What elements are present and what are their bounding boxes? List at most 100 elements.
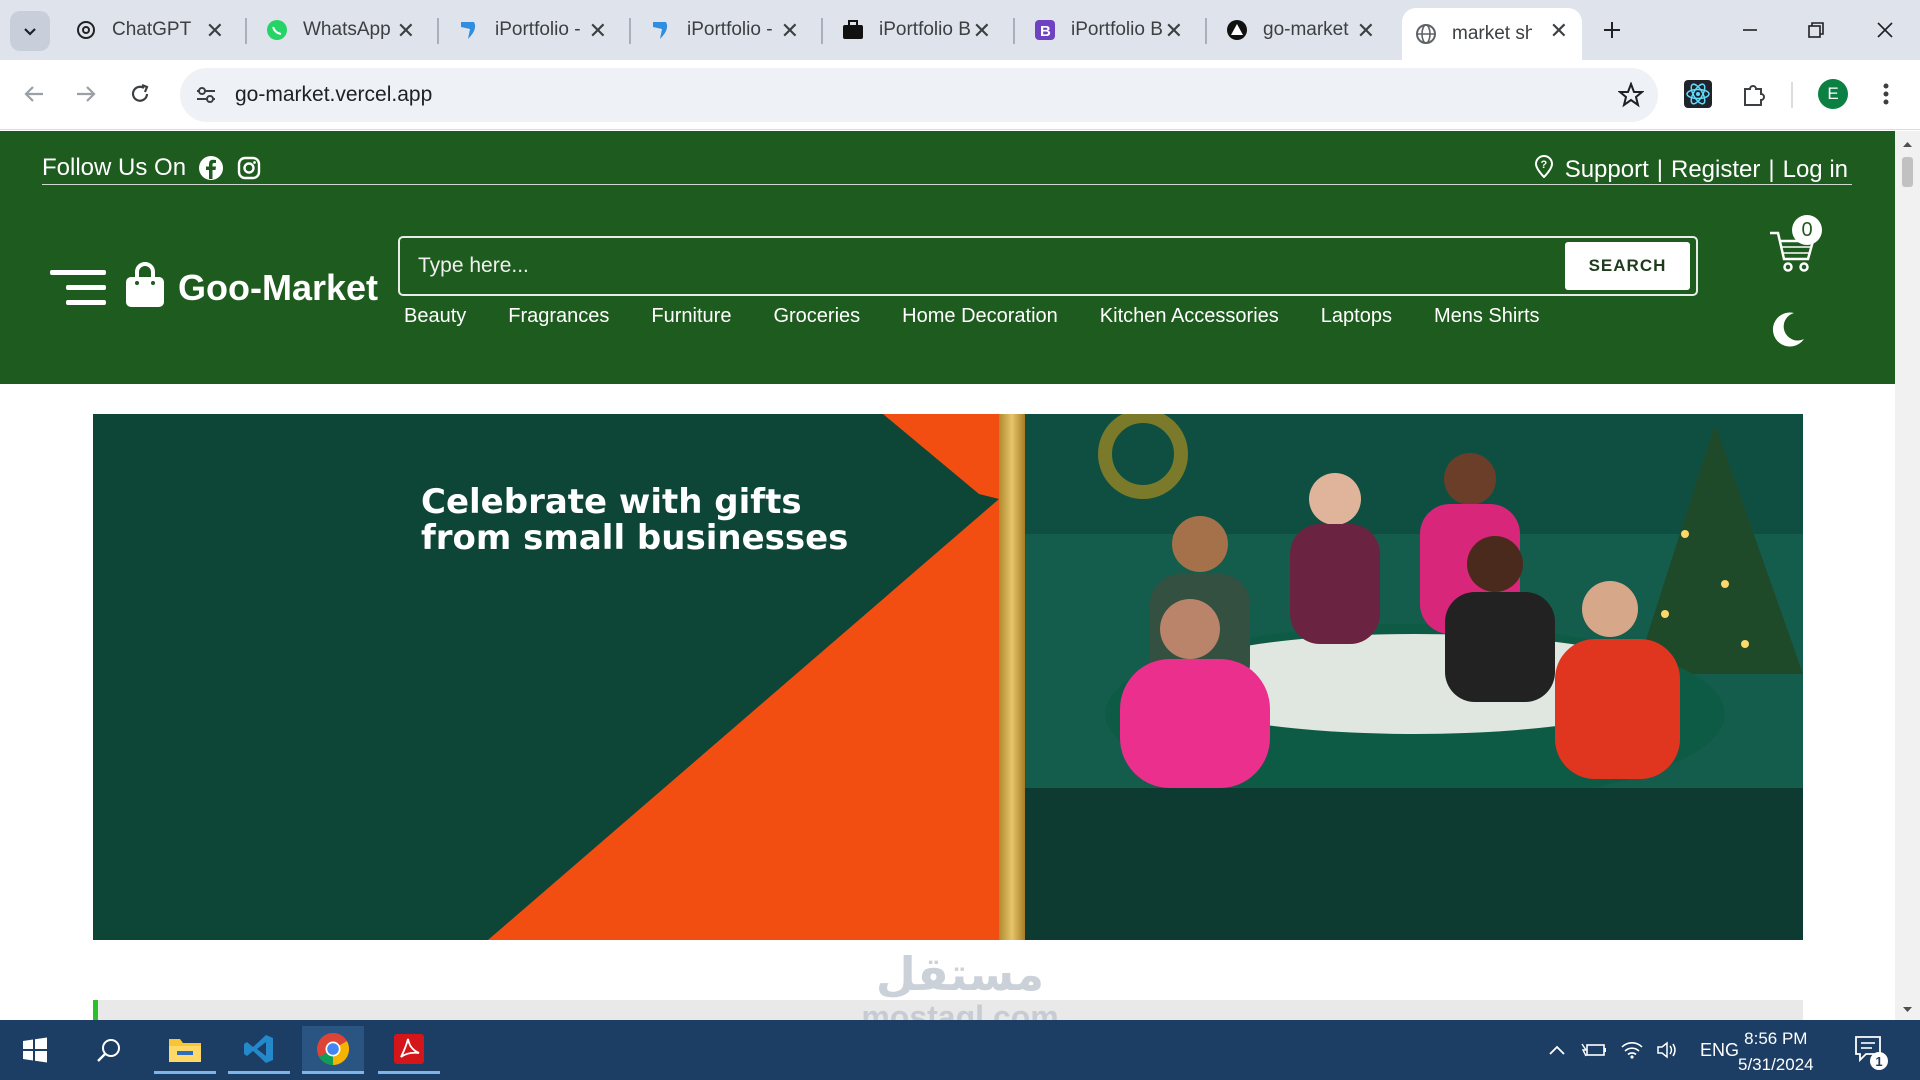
tab-market-active[interactable]: market sho ✕: [1402, 8, 1582, 60]
close-window-button[interactable]: [1855, 10, 1915, 50]
tab-iportfolio-3[interactable]: iPortfolio B ✕: [829, 8, 1005, 52]
account-links: ? Support | Register | Log in: [1529, 154, 1852, 185]
support-link[interactable]: Support: [1565, 156, 1649, 184]
taskbar-file-explorer[interactable]: [154, 1026, 216, 1074]
banner-photo-footer: [1025, 788, 1803, 940]
taskbar-acrobat[interactable]: [378, 1026, 440, 1074]
brand-logo-text[interactable]: Goo-Market: [178, 267, 378, 309]
category-link[interactable]: Beauty: [404, 305, 466, 328]
reload-icon: [131, 83, 149, 102]
menu-icon[interactable]: [50, 268, 106, 308]
bootstrapmade-icon: [457, 18, 481, 42]
close-icon[interactable]: ✕: [1357, 18, 1375, 44]
minimize-icon: [1743, 29, 1757, 31]
scroll-thumb[interactable]: [1902, 157, 1913, 187]
hero-banner[interactable]: Celebrate with gifts from small business…: [93, 414, 1803, 940]
wifi-icon[interactable]: [1614, 1041, 1650, 1059]
close-icon: [1877, 22, 1893, 38]
windows-start-button[interactable]: [4, 1026, 66, 1074]
cart-count-badge: 0: [1792, 215, 1822, 245]
category-link[interactable]: Mens Shirts: [1434, 305, 1540, 328]
category-link[interactable]: Home Decoration: [902, 305, 1058, 328]
taskbar-search-button[interactable]: [78, 1026, 140, 1074]
instagram-icon[interactable]: [236, 155, 262, 181]
clock-date: 5/31/2024: [1738, 1055, 1814, 1074]
extensions-button[interactable]: [1732, 72, 1776, 116]
back-button[interactable]: [12, 72, 56, 116]
react-devtools-extension[interactable]: [1676, 72, 1720, 116]
new-tab-button[interactable]: [1582, 10, 1642, 50]
close-icon[interactable]: ✕: [781, 18, 799, 44]
chrome-icon: [317, 1032, 350, 1065]
close-icon[interactable]: ✕: [1165, 18, 1183, 44]
tab-divider: [821, 18, 823, 44]
tab-go-market[interactable]: go-market ✕: [1213, 8, 1389, 52]
taskbar-chrome[interactable]: [302, 1026, 364, 1074]
link-separator: |: [1768, 155, 1775, 183]
language-indicator[interactable]: ENG: [1700, 1040, 1739, 1061]
globe-icon: [1414, 22, 1438, 46]
forward-button[interactable]: [64, 72, 108, 116]
watermark-arabic: مستقل: [875, 947, 1045, 1001]
restore-button[interactable]: [1786, 10, 1846, 50]
facebook-icon[interactable]: [198, 155, 224, 181]
react-icon: [1684, 80, 1712, 108]
search-form: SEARCH: [398, 236, 1698, 296]
help-circle-icon: ?: [1533, 154, 1555, 185]
close-icon[interactable]: ✕: [973, 18, 991, 44]
scroll-up-arrow-icon[interactable]: [1895, 135, 1920, 155]
site-info-icon[interactable]: [194, 83, 218, 112]
category-link[interactable]: Fragrances: [508, 305, 609, 328]
social-links: Follow Us On: [42, 154, 262, 182]
bootstrap-icon: B: [1033, 18, 1057, 42]
tab-iportfolio-1[interactable]: iPortfolio - ✕: [445, 8, 621, 52]
browser-menu-button[interactable]: [1864, 72, 1908, 116]
notification-center-button[interactable]: 1: [1854, 1034, 1890, 1070]
category-link[interactable]: Kitchen Accessories: [1100, 305, 1279, 328]
minimize-button[interactable]: [1720, 10, 1780, 50]
carousel-progress-fill: [93, 1000, 98, 1020]
taskbar-vscode[interactable]: [228, 1026, 290, 1074]
close-icon[interactable]: ✕: [206, 18, 224, 44]
taskbar-clock[interactable]: 8:56 PM 5/31/2024: [1738, 1026, 1814, 1078]
category-link[interactable]: Groceries: [773, 305, 860, 328]
dark-mode-toggle-moon-icon[interactable]: [1768, 309, 1808, 349]
tab-iportfolio-2[interactable]: iPortfolio - ✕: [637, 8, 813, 52]
tab-whatsapp[interactable]: WhatsApp ✕: [253, 8, 429, 52]
banner-heading-line: from small businesses: [421, 518, 849, 558]
battery-icon[interactable]: [1574, 1042, 1614, 1058]
close-icon[interactable]: ✕: [397, 18, 415, 44]
close-icon[interactable]: ✕: [589, 18, 607, 44]
vscode-icon: [244, 1034, 273, 1063]
reload-button[interactable]: [118, 72, 162, 116]
category-link[interactable]: Furniture: [651, 305, 731, 328]
tab-chatgpt[interactable]: ChatGPT ✕: [62, 8, 238, 52]
svg-text:B: B: [1040, 23, 1051, 40]
search-icon: [97, 1039, 120, 1062]
address-bar[interactable]: go-market.vercel.app: [180, 68, 1658, 122]
scroll-down-arrow-icon[interactable]: [1895, 1000, 1920, 1020]
profile-button[interactable]: E: [1811, 72, 1855, 116]
tab-divider: [629, 18, 631, 44]
bookmark-star-icon[interactable]: [1617, 81, 1645, 113]
logo-area: Goo-Market: [50, 261, 378, 314]
url-text[interactable]: go-market.vercel.app: [235, 83, 432, 107]
register-link[interactable]: Register: [1671, 156, 1760, 184]
tab-iportfolio-4[interactable]: B iPortfolio B ✕: [1021, 8, 1197, 52]
tab-search-button[interactable]: [10, 11, 50, 51]
avatar: E: [1818, 79, 1848, 109]
arrow-right-icon: [77, 86, 96, 102]
volume-icon[interactable]: [1650, 1041, 1686, 1059]
holiday-dinner-photo: [1025, 414, 1803, 788]
tab-title: market sho: [1452, 23, 1532, 44]
login-link[interactable]: Log in: [1783, 156, 1848, 184]
category-link[interactable]: Laptops: [1321, 305, 1392, 328]
more-vertical-icon: [1883, 83, 1889, 105]
page-scrollbar[interactable]: [1895, 131, 1920, 1020]
chevron-up-icon[interactable]: [1540, 1044, 1574, 1056]
close-icon[interactable]: ✕: [1550, 18, 1568, 44]
toolbar-divider: [1791, 82, 1793, 108]
puzzle-icon: [1744, 85, 1765, 106]
search-button[interactable]: SEARCH: [1565, 242, 1690, 290]
search-input[interactable]: [418, 246, 1518, 286]
